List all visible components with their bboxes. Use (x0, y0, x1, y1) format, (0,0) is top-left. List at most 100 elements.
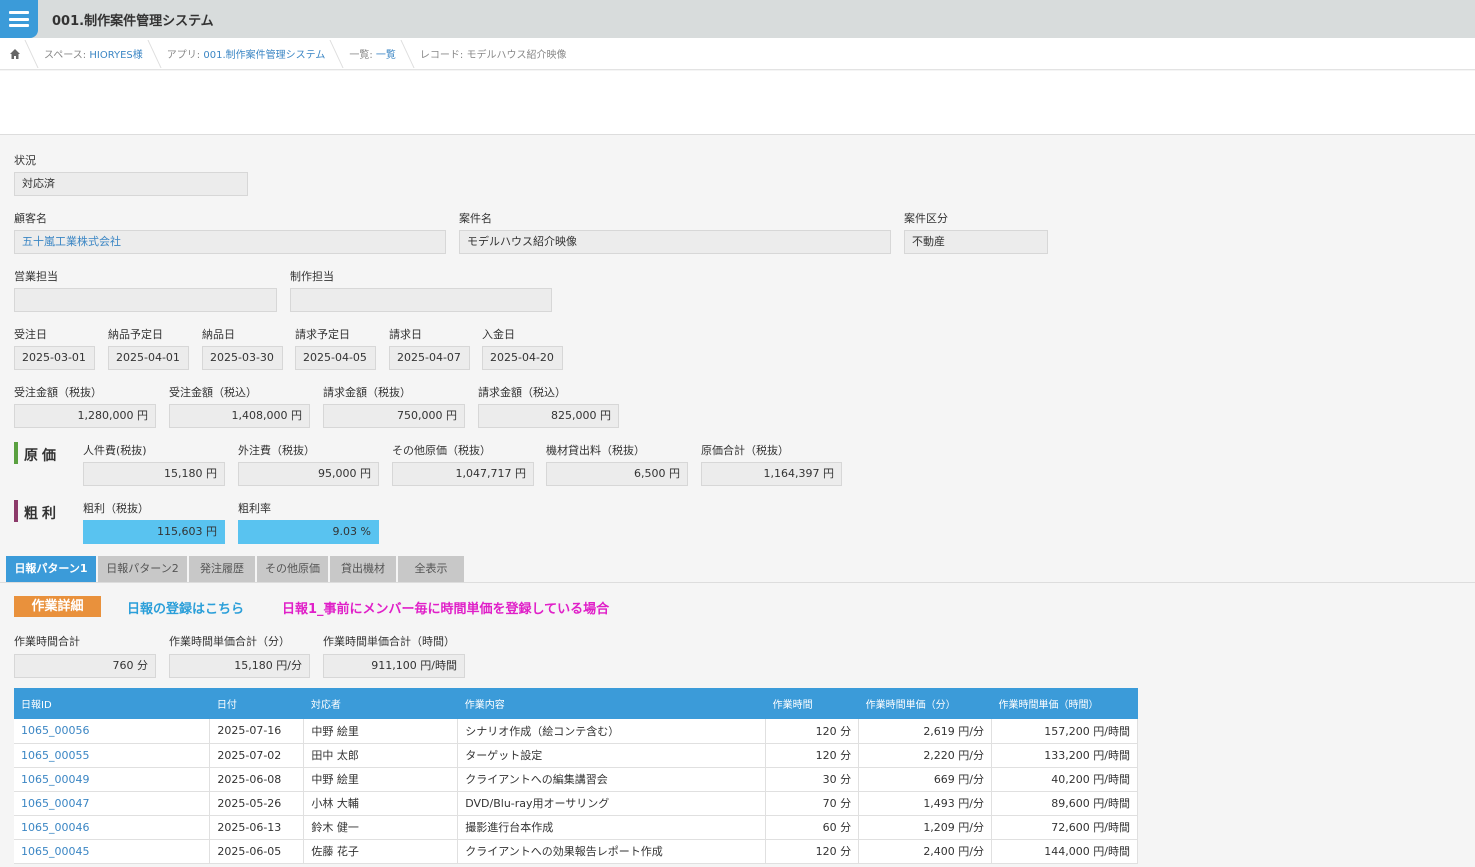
labor-cost-label: 人件費(税抜) (83, 444, 147, 457)
report-id-link[interactable]: 1065_00045 (21, 845, 90, 858)
report-id-cell: 1065_00055 (14, 743, 211, 768)
delivery-date-field[interactable]: 2025-03-30 (202, 346, 283, 370)
breadcrumb-view: 一覧: 一覧 (335, 38, 406, 70)
invoice-amount-in-field[interactable]: 825,000 円 (478, 404, 619, 428)
work-content-cell: DVD/Blu-ray用オーサリング (457, 791, 767, 816)
producer-label: 制作担当 (290, 270, 334, 283)
tab-daily-report-2[interactable]: 日報パターン2 (98, 556, 187, 582)
invoice-amount-ex-field[interactable]: 750,000 円 (323, 404, 465, 428)
report-id-cell: 1065_00045 (14, 839, 211, 864)
delivery-date-label: 納品日 (202, 328, 235, 341)
col-header-date[interactable]: 日付 (209, 688, 304, 719)
invoice-date-label: 請求日 (389, 328, 422, 341)
date-cell: 2025-06-13 (209, 815, 305, 840)
other-cost-field[interactable]: 1,047,717 円 (392, 462, 534, 486)
other-cost-label: その他原価（税抜） (392, 444, 491, 457)
total-cost-field[interactable]: 1,164,397 円 (701, 462, 842, 486)
unit-price-min-label: 作業時間単価合計（分） (169, 635, 290, 648)
equipment-cost-field[interactable]: 6,500 円 (546, 462, 688, 486)
table-row: 1065_00056 2025-07-16 中野 絵里 シナリオ作成（絵コンテ含… (14, 719, 1138, 744)
table-header-row: 日報ID 日付 対応者 作業内容 作業時間 作業時間単価（分） 作業時間単価（時… (14, 688, 1138, 719)
total-time-field[interactable]: 760 分 (14, 654, 156, 678)
unit-min-cell: 2,220 円/分 (858, 743, 993, 768)
breadcrumb-record-label: レコード: (419, 50, 464, 61)
payment-date-label: 入金日 (482, 328, 515, 341)
assignee-cell: 小林 大輔 (303, 791, 459, 816)
order-amount-in-field[interactable]: 1,408,000 円 (169, 404, 310, 428)
unit-min-cell: 2,400 円/分 (858, 839, 993, 864)
invoice-date-field[interactable]: 2025-04-07 (389, 346, 470, 370)
producer-field[interactable] (290, 288, 552, 312)
breadcrumb-app-link[interactable]: 001.制作案件管理システム (203, 46, 325, 61)
date-cell: 2025-07-02 (209, 743, 305, 768)
report-id-link[interactable]: 1065_00056 (21, 724, 90, 737)
tab-divider (0, 582, 1475, 583)
gross-profit-field[interactable]: 115,603 円 (83, 520, 225, 544)
unit-price-min-field[interactable]: 15,180 円/分 (169, 654, 310, 678)
tab-order-history[interactable]: 発注履歴 (189, 556, 255, 582)
daily-report-register-link[interactable]: 日報の登録はこちら (127, 598, 244, 617)
unit-hour-cell: 40,200 円/時間 (991, 767, 1138, 792)
profit-rate-field[interactable]: 9.03 % (238, 520, 379, 544)
tab-show-all[interactable]: 全表示 (398, 556, 464, 582)
toolbar-area (0, 71, 1475, 135)
tab-other-cost[interactable]: その他原価 (257, 556, 328, 582)
table-row: 1065_00049 2025-06-08 中野 絵里 クライアントへの編集講習… (14, 767, 1138, 792)
unit-hour-cell: 89,600 円/時間 (991, 791, 1138, 816)
app-menu-icon[interactable] (0, 0, 38, 38)
table-row: 1065_00046 2025-06-13 鈴木 健一 撮影進行台本作成 60 … (14, 815, 1138, 840)
unit-hour-cell: 72,600 円/時間 (991, 815, 1138, 840)
table-row: 1065_00045 2025-06-05 佐藤 花子 クライアントへの効果報告… (14, 839, 1138, 864)
report-id-link[interactable]: 1065_00046 (21, 821, 90, 834)
unit-hour-cell: 157,200 円/時間 (991, 719, 1138, 744)
col-header-work-time[interactable]: 作業時間 (765, 688, 859, 719)
report-id-link[interactable]: 1065_00047 (21, 797, 90, 810)
col-header-unit-min[interactable]: 作業時間単価（分） (858, 688, 992, 719)
tab-lent-equipment[interactable]: 貸出機材 (330, 556, 396, 582)
tab-bar: 日報パターン1 日報パターン2 発注履歴 その他原価 貸出機材 全表示 (6, 556, 466, 582)
unit-hour-cell: 133,200 円/時間 (991, 743, 1138, 768)
col-header-assignee[interactable]: 対応者 (303, 688, 458, 719)
work-time-cell: 120 分 (765, 719, 860, 744)
work-time-cell: 120 分 (765, 839, 860, 864)
sales-field[interactable] (14, 288, 277, 312)
project-field[interactable]: モデルハウス紹介映像 (459, 230, 891, 254)
order-date-label: 受注日 (14, 328, 47, 341)
unit-min-cell: 1,493 円/分 (858, 791, 993, 816)
unit-price-hour-label: 作業時間単価合計（時間） (323, 635, 455, 648)
unit-min-cell: 2,619 円/分 (858, 719, 993, 744)
customer-label: 顧客名 (14, 212, 47, 225)
invoice-plan-label: 請求予定日 (295, 328, 350, 341)
payment-date-field[interactable]: 2025-04-20 (482, 346, 563, 370)
report-id-cell: 1065_00047 (14, 791, 211, 816)
labor-cost-field[interactable]: 15,180 円 (83, 462, 225, 486)
unit-price-hour-field[interactable]: 911,100 円/時間 (323, 654, 465, 678)
assignee-cell: 中野 絵里 (303, 719, 459, 744)
breadcrumb-view-link[interactable]: 一覧 (376, 46, 396, 61)
work-content-cell: クライアントへの編集講習会 (457, 767, 767, 792)
col-header-unit-hour[interactable]: 作業時間単価（時間） (991, 688, 1138, 719)
unit-min-cell: 669 円/分 (858, 767, 993, 792)
report-id-link[interactable]: 1065_00049 (21, 773, 90, 786)
status-field[interactable]: 対応済 (14, 172, 248, 196)
category-field[interactable]: 不動産 (904, 230, 1048, 254)
outsource-cost-field[interactable]: 95,000 円 (238, 462, 379, 486)
breadcrumb-app: アプリ: 001.制作案件管理システム (153, 38, 336, 70)
report-id-link[interactable]: 1065_00055 (21, 749, 90, 762)
customer-field[interactable]: 五十嵐工業株式会社 (14, 230, 446, 254)
order-date-field[interactable]: 2025-03-01 (14, 346, 95, 370)
equipment-cost-label: 機材貸出料（税抜） (546, 444, 645, 457)
unit-hour-cell: 144,000 円/時間 (991, 839, 1138, 864)
order-amount-ex-field[interactable]: 1,280,000 円 (14, 404, 156, 428)
tab-daily-report-1[interactable]: 日報パターン1 (6, 556, 96, 582)
status-label: 状況 (14, 154, 36, 167)
breadcrumb-space-link[interactable]: HIORYES様 (89, 46, 142, 61)
breadcrumb-space: スペース: HIORYES様 (30, 38, 153, 70)
col-header-work-content[interactable]: 作業内容 (457, 688, 766, 719)
delivery-plan-field[interactable]: 2025-04-01 (108, 346, 189, 370)
work-time-cell: 70 分 (765, 791, 860, 816)
order-amount-ex-label: 受注金額（税抜） (14, 386, 102, 399)
invoice-plan-field[interactable]: 2025-04-05 (295, 346, 376, 370)
col-header-report-id[interactable]: 日報ID (14, 688, 210, 719)
date-cell: 2025-06-08 (209, 767, 305, 792)
